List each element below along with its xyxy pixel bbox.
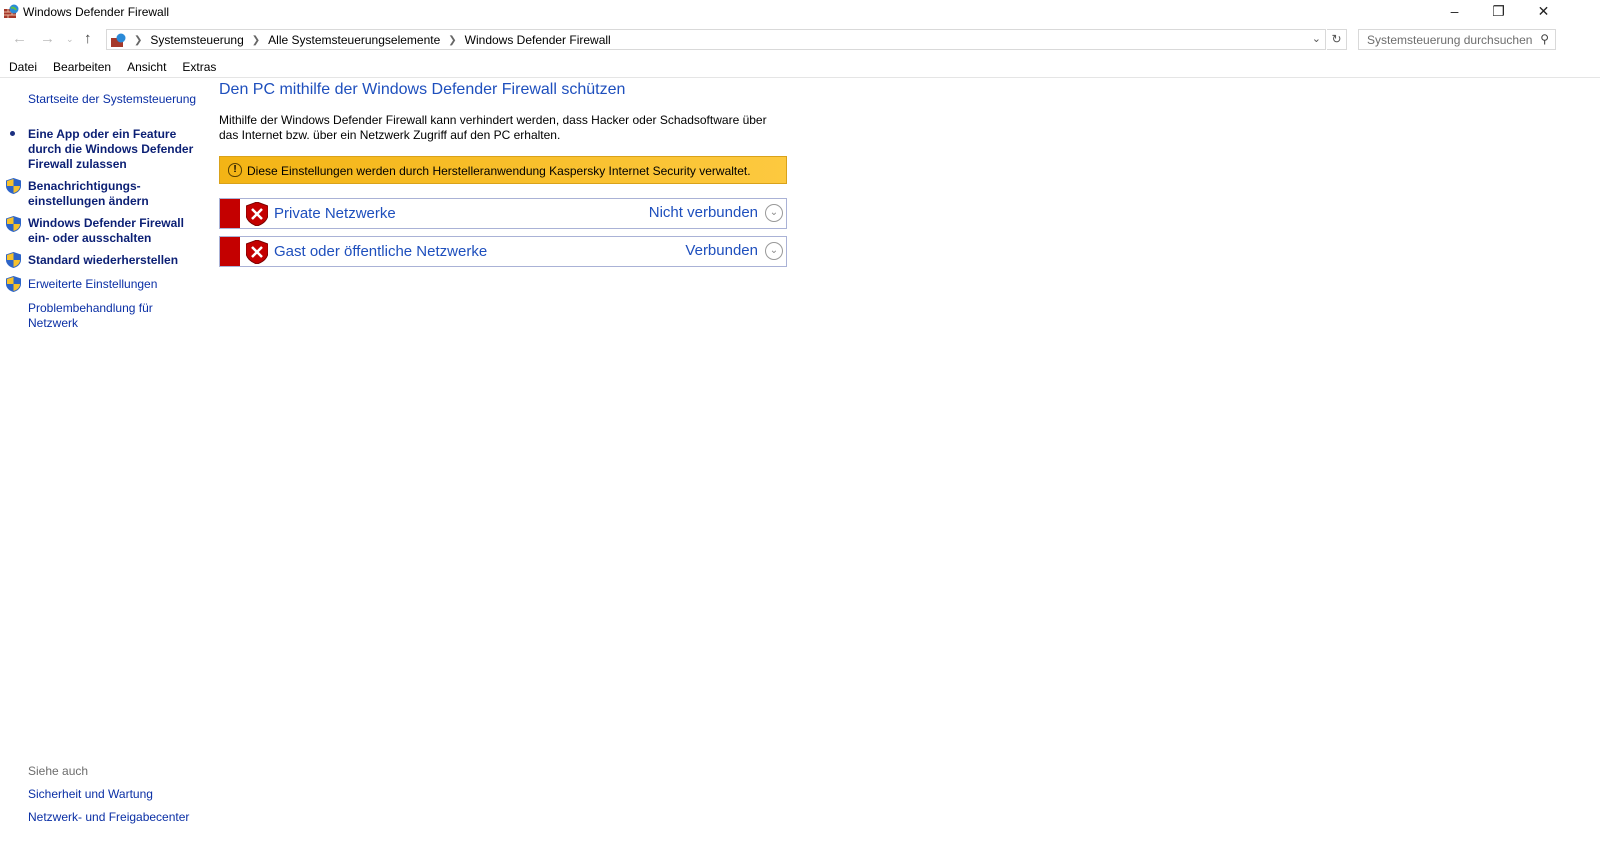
status-color-bar (220, 237, 240, 266)
refresh-button[interactable]: ↻ (1327, 29, 1347, 50)
expand-chevron-icon[interactable]: ⌄ (765, 242, 783, 260)
forward-arrow-icon[interactable]: → (40, 30, 55, 47)
link-sicherheit-wartung[interactable]: Sicherheit und Wartung (28, 787, 203, 802)
expand-chevron-icon[interactable]: ⌄ (765, 204, 783, 222)
breadcrumb-alle-elemente[interactable]: Alle Systemsteuerungselemente (268, 33, 440, 47)
network-private[interactable]: Private Netzwerke Nicht verbunden ⌄ (219, 198, 787, 229)
managed-warning-banner: ! Diese Einstellungen werden durch Herst… (219, 156, 787, 184)
see-also-heading: Siehe auch (28, 764, 89, 778)
title-bar: Windows Defender Firewall – ❐ ✕ (0, 0, 1600, 24)
restore-button[interactable]: ❐ (1476, 0, 1521, 24)
network-name: Private Netzwerke (274, 205, 396, 222)
network-public[interactable]: Gast oder öffentliche Netzwerke Verbunde… (219, 236, 787, 267)
warning-shield-icon: ! (228, 163, 242, 177)
menu-bar: Datei Bearbeiten Ansicht Extras (0, 58, 1600, 78)
search-icon[interactable]: ⚲ (1540, 32, 1549, 46)
uac-shield-icon (6, 276, 21, 292)
network-name: Gast oder öffentliche Netzwerke (274, 243, 488, 260)
back-arrow-icon[interactable]: ← (12, 30, 27, 47)
sidebar-notifications[interactable]: Benachrichtigungs-einstellungen ändern (28, 179, 158, 209)
address-history-chevron-icon[interactable]: ⌄ (1312, 32, 1321, 45)
sidebar-home-link[interactable]: Startseite der Systemsteuerung (28, 92, 203, 107)
breadcrumb-separator-icon[interactable]: ❯ (448, 35, 456, 46)
uac-shield-icon (6, 252, 21, 268)
current-page-bullet-icon (10, 131, 15, 136)
sidebar-restore-defaults[interactable]: Standard wiederherstellen (28, 253, 203, 268)
page-title: Den PC mithilfe der Windows Defender Fir… (219, 81, 626, 98)
menu-ansicht[interactable]: Ansicht (118, 58, 174, 77)
network-status: Nicht verbunden (648, 204, 758, 221)
sidebar-troubleshoot[interactable]: Problembehandlung für Netzwerk (28, 301, 168, 331)
up-arrow-icon[interactable]: ↑ (84, 30, 92, 47)
firewall-location-icon (111, 33, 126, 47)
search-placeholder: Systemsteuerung durchsuchen (1367, 33, 1533, 47)
red-shield-x-icon (246, 202, 268, 226)
menu-bearbeiten[interactable]: Bearbeiten (44, 58, 119, 77)
breadcrumb-separator-icon[interactable]: ❯ (252, 35, 260, 46)
recent-chevron-down-icon[interactable]: ⌄ (66, 34, 74, 45)
page-description: Mithilfe der Windows Defender Firewall k… (219, 113, 767, 142)
sidebar-allow-app[interactable]: Eine App oder ein Feature durch die Wind… (28, 127, 198, 172)
uac-shield-icon (6, 178, 21, 194)
red-shield-x-icon (246, 240, 268, 264)
window-title: Windows Defender Firewall (23, 5, 170, 19)
link-netzwerkcenter[interactable]: Netzwerk- und Freigabecenter (28, 810, 203, 825)
address-bar[interactable]: ❯ Systemsteuerung ❯ Alle Systemsteuerung… (106, 29, 1326, 50)
breadcrumb-systemsteuerung[interactable]: Systemsteuerung (150, 33, 243, 47)
navigation-bar: ← → ⌄ ↑ ❯ Systemsteuerung ❯ Alle Systems… (0, 28, 1600, 52)
sidebar-advanced-settings[interactable]: Erweiterte Einstellungen (28, 277, 203, 292)
sidebar-toggle-firewall[interactable]: Windows Defender Firewall ein- oder auss… (28, 216, 188, 246)
minimize-button[interactable]: – (1432, 0, 1477, 24)
status-color-bar (220, 199, 240, 228)
breadcrumb-separator-icon[interactable]: ❯ (134, 35, 142, 46)
warning-text: Diese Einstellungen werden durch Herstel… (247, 164, 751, 178)
menu-datei[interactable]: Datei (0, 58, 45, 77)
close-button[interactable]: ✕ (1521, 0, 1566, 24)
uac-shield-icon (6, 216, 21, 232)
menu-extras[interactable]: Extras (173, 58, 224, 77)
firewall-app-icon (4, 4, 19, 18)
network-status: Verbunden (685, 242, 758, 259)
breadcrumb-firewall[interactable]: Windows Defender Firewall (465, 33, 611, 47)
search-input[interactable]: Systemsteuerung durchsuchen ⚲ (1358, 29, 1556, 50)
